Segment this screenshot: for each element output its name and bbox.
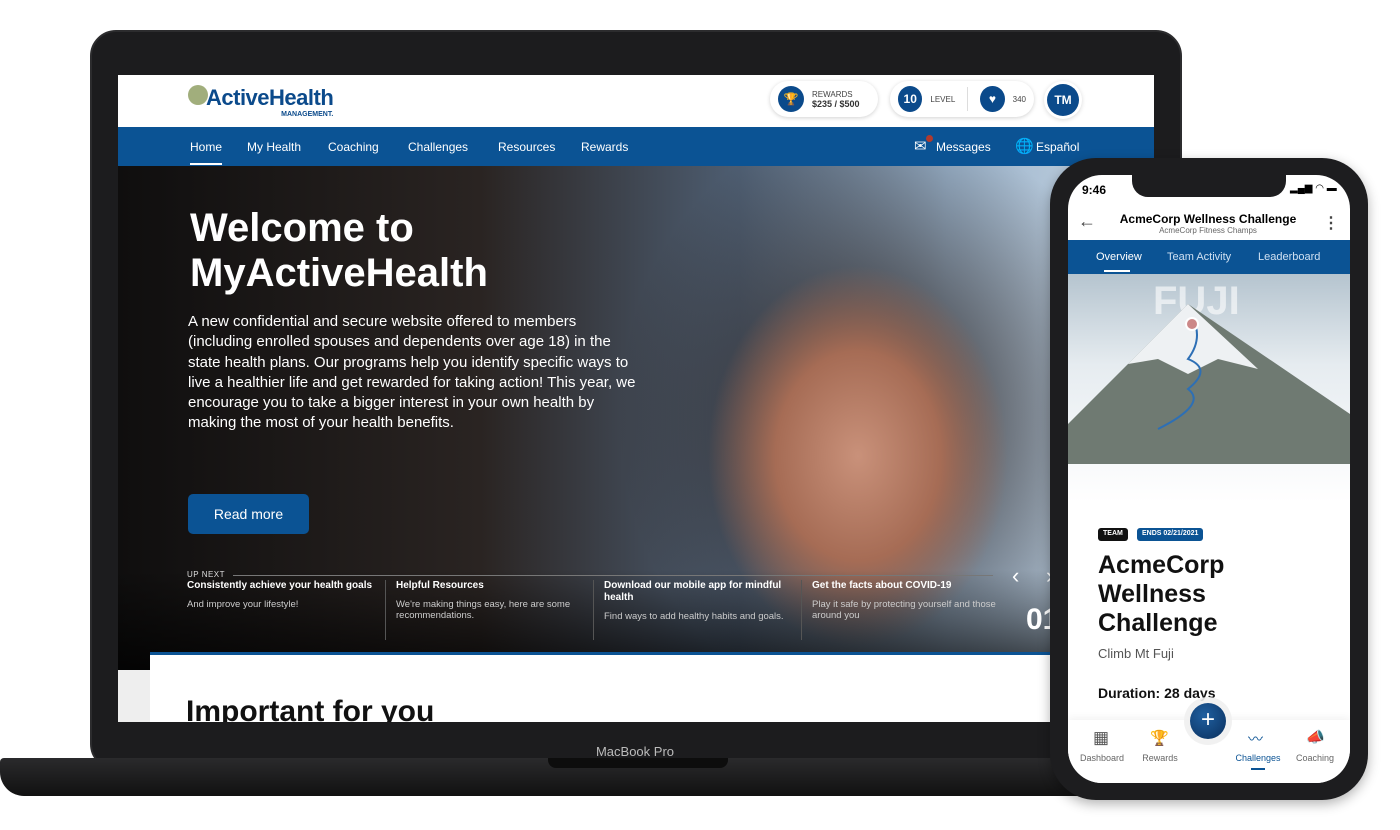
- app-header: AcmeCorp Wellness Challenge AcmeCorp Fit…: [1108, 212, 1308, 235]
- mountain-illustration: [1068, 304, 1350, 464]
- site-header: ActiveHealth MANAGEMENT. 🏆 REWARDS $235 /…: [118, 75, 1154, 127]
- app-title: AcmeCorp Wellness Challenge: [1119, 212, 1297, 226]
- up-next-card[interactable]: Get the facts about COVID-19 Play it safe…: [801, 580, 1001, 640]
- megaphone-icon: 📣: [1306, 729, 1325, 746]
- card-title: Download our mobile app for mindful heal…: [604, 580, 782, 603]
- team-badge: TEAM: [1098, 528, 1128, 541]
- card-title: Helpful Resources: [396, 580, 484, 591]
- chevron-left-icon[interactable]: ‹: [1012, 563, 1019, 589]
- hero-title-line: MyActiveHealth: [190, 251, 488, 295]
- trophy-icon: 🏆: [1150, 730, 1169, 747]
- nav-my-health[interactable]: My Health: [247, 140, 301, 154]
- card-title: Get the facts about COVID-19: [812, 580, 952, 591]
- avatar[interactable]: TM: [1047, 84, 1079, 116]
- divider: [233, 575, 993, 576]
- rewards-pill[interactable]: 🏆 REWARDS $235 / $500: [770, 81, 878, 117]
- mobile-app: 9:46 ▂▄▆ ◠ ▬ ← AcmeCorp Wellness Challen…: [1068, 175, 1350, 783]
- up-next-card[interactable]: Download our mobile app for mindful heal…: [593, 580, 793, 640]
- laptop-label: MacBook Pro: [595, 744, 675, 759]
- nav-rewards[interactable]: Rewards: [1130, 753, 1190, 763]
- nav-challenges[interactable]: Challenges: [408, 140, 468, 154]
- nav-active-indicator: [190, 163, 222, 165]
- rewards-label: REWARDS: [812, 89, 853, 99]
- nav-resources[interactable]: Resources: [498, 140, 555, 154]
- hero-title-line: Welcome to: [190, 206, 414, 250]
- card-desc: Play it safe by protecting yourself and …: [812, 599, 996, 621]
- ends-badge: ENDS 02/21/2021: [1137, 528, 1204, 541]
- challenge-heading: AcmeCorp Wellness Challenge: [1098, 551, 1225, 637]
- mail-icon[interactable]: ✉: [914, 137, 927, 155]
- nav-home[interactable]: Home: [190, 140, 222, 154]
- hero-text: A new confidential and secure website of…: [188, 313, 636, 432]
- nav-coaching[interactable]: Coaching: [1285, 753, 1345, 763]
- card-title: Consistently achieve your health goals: [187, 580, 373, 591]
- up-next-card[interactable]: Consistently achieve your health goals An…: [177, 580, 377, 640]
- logo[interactable]: ActiveHealth MANAGEMENT.: [188, 85, 334, 118]
- globe-icon[interactable]: 🌐: [1015, 137, 1034, 155]
- logo-sub: MANAGEMENT.: [281, 111, 334, 118]
- messages-link[interactable]: Messages: [936, 140, 991, 154]
- status-time: 9:46: [1082, 183, 1107, 197]
- tab-leaderboard[interactable]: Leaderboard: [1258, 251, 1320, 263]
- card-desc: Find ways to add healthy habits and goal…: [604, 611, 784, 622]
- language-link[interactable]: Español: [1036, 140, 1079, 154]
- nav-active-indicator: [1251, 768, 1265, 770]
- phone-notch: [1132, 175, 1286, 197]
- app-subtitle: AcmeCorp Fitness Champs: [1159, 226, 1257, 235]
- nav-challenges[interactable]: Challenges: [1228, 753, 1288, 763]
- heart-icon: ♥: [980, 86, 1005, 112]
- tab-indicator: [1104, 270, 1130, 272]
- trophy-icon: 🏆: [778, 86, 804, 112]
- card-desc: And improve your lifestyle!: [187, 599, 299, 610]
- up-next-card[interactable]: Helpful Resources We're making things eas…: [385, 580, 585, 640]
- level-value: 10: [898, 86, 923, 112]
- more-icon[interactable]: ⋮: [1323, 213, 1339, 233]
- nav-rewards[interactable]: Rewards: [581, 140, 628, 154]
- section-title: Important for you: [186, 695, 435, 722]
- hero-title: Welcome to MyActiveHealth: [190, 206, 488, 296]
- divider: [967, 87, 969, 111]
- nav-coaching[interactable]: Coaching: [328, 140, 379, 154]
- up-next-label: UP NEXT: [187, 570, 226, 579]
- logo-text: ActiveHealth: [206, 85, 334, 110]
- mountain-image: FUJI: [1068, 274, 1350, 502]
- tab-team-activity[interactable]: Team Activity: [1167, 251, 1231, 263]
- duration: Duration: 28 days: [1098, 685, 1216, 701]
- logo-leaf-icon: [188, 85, 208, 105]
- nav-dashboard[interactable]: Dashboard: [1072, 753, 1132, 763]
- challenge-desc: Climb Mt Fuji: [1098, 646, 1174, 661]
- dashboard-icon: ▦: [1093, 728, 1110, 747]
- read-more-button[interactable]: Read more: [188, 494, 309, 534]
- website: ActiveHealth MANAGEMENT. 🏆 REWARDS $235 /…: [118, 75, 1154, 722]
- add-button[interactable]: +: [1190, 703, 1226, 739]
- hearts-value: 340: [1012, 94, 1026, 104]
- laptop-hinge: [548, 758, 728, 768]
- back-arrow-icon[interactable]: ←: [1078, 211, 1096, 232]
- level-label: LEVEL: [930, 94, 956, 104]
- activity-icon: 〰: [1248, 731, 1264, 748]
- rewards-value: $235 / $500: [812, 98, 860, 109]
- tab-overview[interactable]: Overview: [1096, 251, 1142, 263]
- notification-dot: [926, 135, 933, 142]
- main-nav: Home My Health Coaching Challenges Resou…: [118, 127, 1154, 166]
- status-icons: ▂▄▆ ◠ ▬: [1290, 183, 1337, 194]
- level-pill[interactable]: 10 LEVEL ♥ 340: [890, 81, 1034, 117]
- card-desc: We're making things easy, here are some …: [396, 599, 571, 621]
